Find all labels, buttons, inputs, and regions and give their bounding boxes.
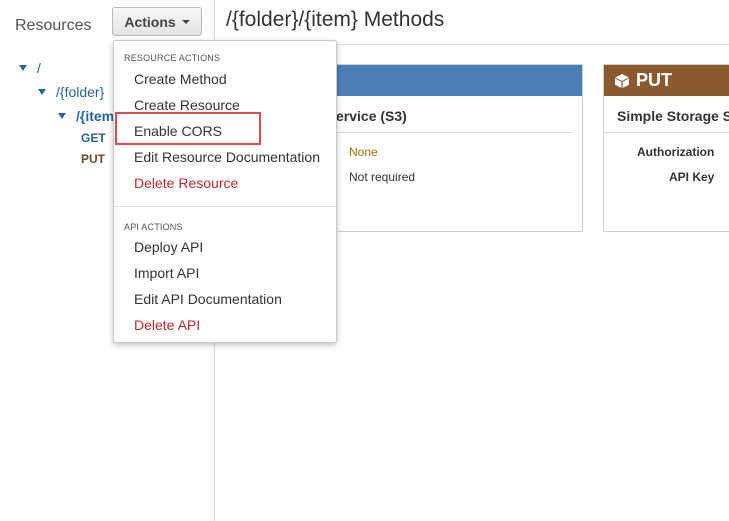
expand-arrow-icon[interactable]: [58, 113, 66, 119]
menu-item-edit-api-documentation[interactable]: Edit API Documentation: [134, 291, 282, 307]
menu-item-import-api[interactable]: Import API: [134, 265, 199, 281]
menu-section-api-actions: API ACTIONS: [124, 222, 183, 232]
menu-item-edit-resource-documentation[interactable]: Edit Resource Documentation: [134, 149, 320, 165]
resources-title: Resources: [15, 17, 92, 34]
authorization-key: Authorization: [637, 145, 715, 159]
actions-button-label: Actions: [124, 13, 176, 30]
menu-item-delete-resource[interactable]: Delete Resource: [134, 175, 238, 191]
api-key-value: Not required: [349, 170, 416, 184]
expand-arrow-icon[interactable]: [19, 65, 27, 71]
get-card-header: [315, 65, 582, 96]
put-card-title: PUT: [636, 70, 672, 90]
put-method-card[interactable]: PUT Simple Storage S Authorization API K…: [603, 64, 729, 232]
menu-item-create-method[interactable]: Create Method: [134, 71, 227, 87]
menu-item-enable-cors[interactable]: Enable CORS: [134, 123, 222, 139]
authorization-value: None: [349, 145, 378, 159]
api-key-key: API Key: [669, 170, 715, 184]
menu-divider: [114, 206, 336, 207]
menu-item-delete-api[interactable]: Delete API: [134, 317, 200, 333]
card-divider: [604, 132, 729, 133]
card-divider: [315, 132, 571, 133]
page-title: /{folder}/{item} Methods: [226, 8, 445, 31]
menu-item-create-resource[interactable]: Create Resource: [134, 97, 240, 113]
actions-menu: RESOURCE ACTIONS Create Method Create Re…: [113, 40, 337, 343]
tree-item-label[interactable]: /{folder}: [56, 84, 104, 100]
tree-item-label[interactable]: /: [37, 60, 41, 76]
cube-icon: [615, 73, 629, 88]
method-get[interactable]: GET: [81, 131, 106, 145]
tree-item-folder[interactable]: /{folder}: [38, 84, 104, 100]
method-put[interactable]: PUT: [81, 152, 105, 166]
expand-arrow-icon[interactable]: [38, 89, 46, 95]
menu-section-resource-actions: RESOURCE ACTIONS: [124, 53, 221, 63]
put-card-header: PUT: [604, 65, 729, 96]
tree-item-item[interactable]: /{item}: [58, 108, 120, 124]
card-subtitle: Simple Storage S: [617, 108, 729, 124]
menu-item-deploy-api[interactable]: Deploy API: [134, 239, 203, 255]
caret-down-icon: [181, 19, 190, 24]
tree-item-root[interactable]: /: [19, 60, 41, 76]
get-method-card[interactable]: e Service (S3) None Not required: [314, 64, 583, 232]
actions-button[interactable]: Actions: [112, 7, 202, 36]
